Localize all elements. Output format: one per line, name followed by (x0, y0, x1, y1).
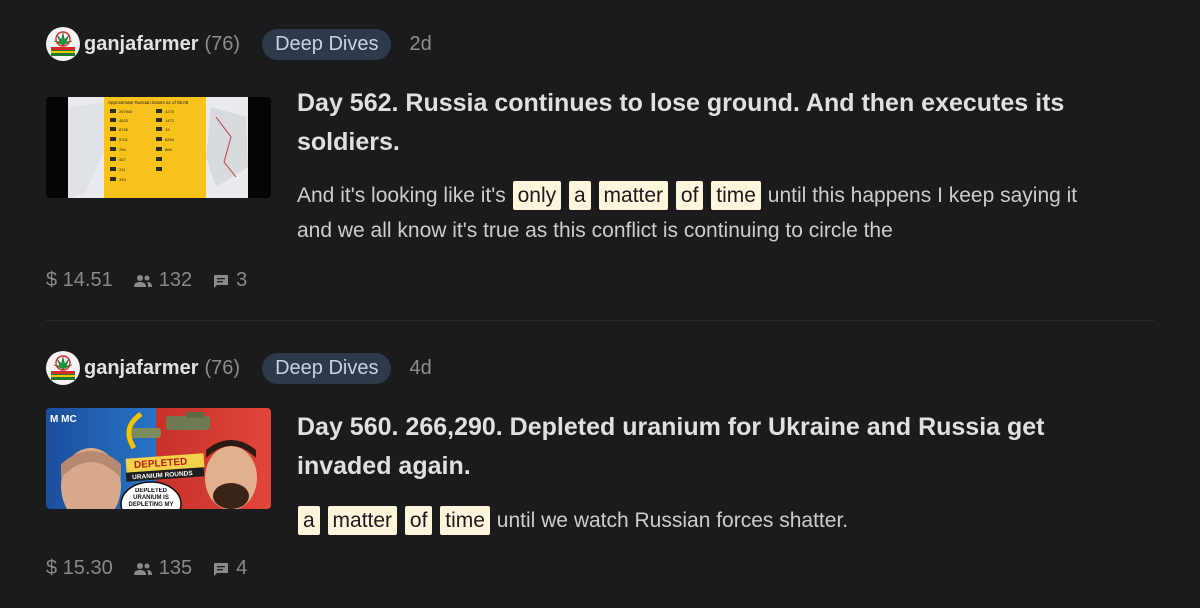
author-avatar[interactable] (46, 351, 80, 385)
author-reputation: (76) (204, 32, 241, 55)
post-excerpt[interactable]: a matter of time until we watch Russian … (297, 503, 1117, 538)
thumb-stat: 4520 (119, 118, 129, 123)
author-reputation: (76) (204, 356, 241, 379)
community-tag[interactable]: Deep Dives (262, 28, 392, 60)
author-avatar[interactable] (46, 27, 80, 61)
post-header: ganjafarmer (76) Deep Dives 4d (46, 350, 432, 386)
post-age: 2d (409, 32, 432, 55)
comment-icon (214, 274, 229, 288)
voters-icon (133, 274, 152, 287)
payout[interactable]: $ 14.51 (46, 269, 113, 292)
author-name[interactable]: ganjafarmer (84, 357, 199, 380)
search-highlight: matter (327, 506, 398, 535)
thumb-stat: 1472 (165, 118, 175, 123)
post-stats: $ 14.51 132 3 (46, 269, 267, 292)
excerpt-text: And it's looking like it's (297, 184, 506, 207)
thumb-stat: 315 (119, 177, 126, 182)
thumbnail-bubble-text: DEPLETED URANIUM IS DEPLETING MY ARMY (128, 488, 174, 508)
payout[interactable]: $ 15.30 (46, 557, 113, 580)
votes[interactable]: 132 (133, 269, 192, 292)
search-highlight: matter (598, 181, 669, 210)
voters-icon (133, 562, 152, 575)
search-highlight: a (298, 506, 320, 535)
thumb-stat: 754 (119, 147, 126, 152)
community-tag[interactable]: Deep Dives (262, 352, 392, 384)
post-header: ganjafarmer (76) Deep Dives 2d (46, 26, 432, 62)
thumb-stat: 8264 (165, 137, 175, 142)
thumb-stat: 267540 (119, 109, 133, 114)
post-stats: $ 15.30 135 4 (46, 557, 267, 580)
votes-count: 135 (158, 557, 193, 579)
search-highlight: only (512, 181, 562, 210)
comments-count: 4 (236, 557, 248, 579)
search-highlight: time (711, 181, 761, 210)
search-highlight: of (675, 181, 704, 210)
search-highlight: of (404, 506, 433, 535)
thumb-stat: 19 (165, 127, 170, 132)
payout-value: $ 14.51 (46, 269, 113, 291)
thumb-stat: 8726 (119, 127, 129, 132)
post-excerpt[interactable]: And it's looking like it's only a matter… (297, 178, 1117, 248)
thumbnail-heading: Approximate Russian losses as of 06.09 (108, 100, 189, 105)
thumb-stat: 5701 (119, 137, 129, 142)
post-divider (46, 320, 1154, 321)
comments[interactable]: 4 (212, 557, 247, 580)
cannabis-leaf-icon (48, 353, 78, 383)
post-title[interactable]: Day 560. 266,290. Depleted uranium for U… (297, 408, 1117, 486)
thumb-stat: 311 (119, 167, 126, 172)
search-highlight: time (440, 506, 490, 535)
author-name[interactable]: ganjafarmer (84, 33, 199, 56)
video-thumbnail: DEPLETED URANIUM ROUNDS DEPLETED URANIUM… (46, 408, 271, 509)
votes-count: 132 (158, 269, 193, 291)
payout-value: $ 15.30 (46, 557, 113, 579)
comments[interactable]: 3 (212, 269, 247, 292)
post-title[interactable]: Day 562. Russia continues to lose ground… (297, 84, 1117, 162)
excerpt-text: until we watch Russian forces shatter. (496, 509, 849, 532)
votes[interactable]: 135 (133, 557, 192, 580)
comment-icon (214, 562, 229, 576)
post-age: 4d (409, 356, 432, 379)
post-thumbnail[interactable]: DEPLETED URANIUM ROUNDS DEPLETED URANIUM… (46, 408, 271, 509)
thumb-stat: 4275 (165, 109, 175, 114)
thumb-stat: 868 (165, 147, 172, 152)
infographic-thumbnail: Approximate Russian losses as of 06.09 2… (46, 97, 271, 198)
comments-count: 3 (236, 269, 248, 291)
post-thumbnail[interactable]: Approximate Russian losses as of 06.09 2… (46, 97, 271, 198)
thumb-stat: 457 (119, 157, 126, 162)
search-highlight: a (569, 181, 591, 210)
channel-logo: M MC (50, 414, 77, 425)
cannabis-leaf-icon (48, 29, 78, 59)
